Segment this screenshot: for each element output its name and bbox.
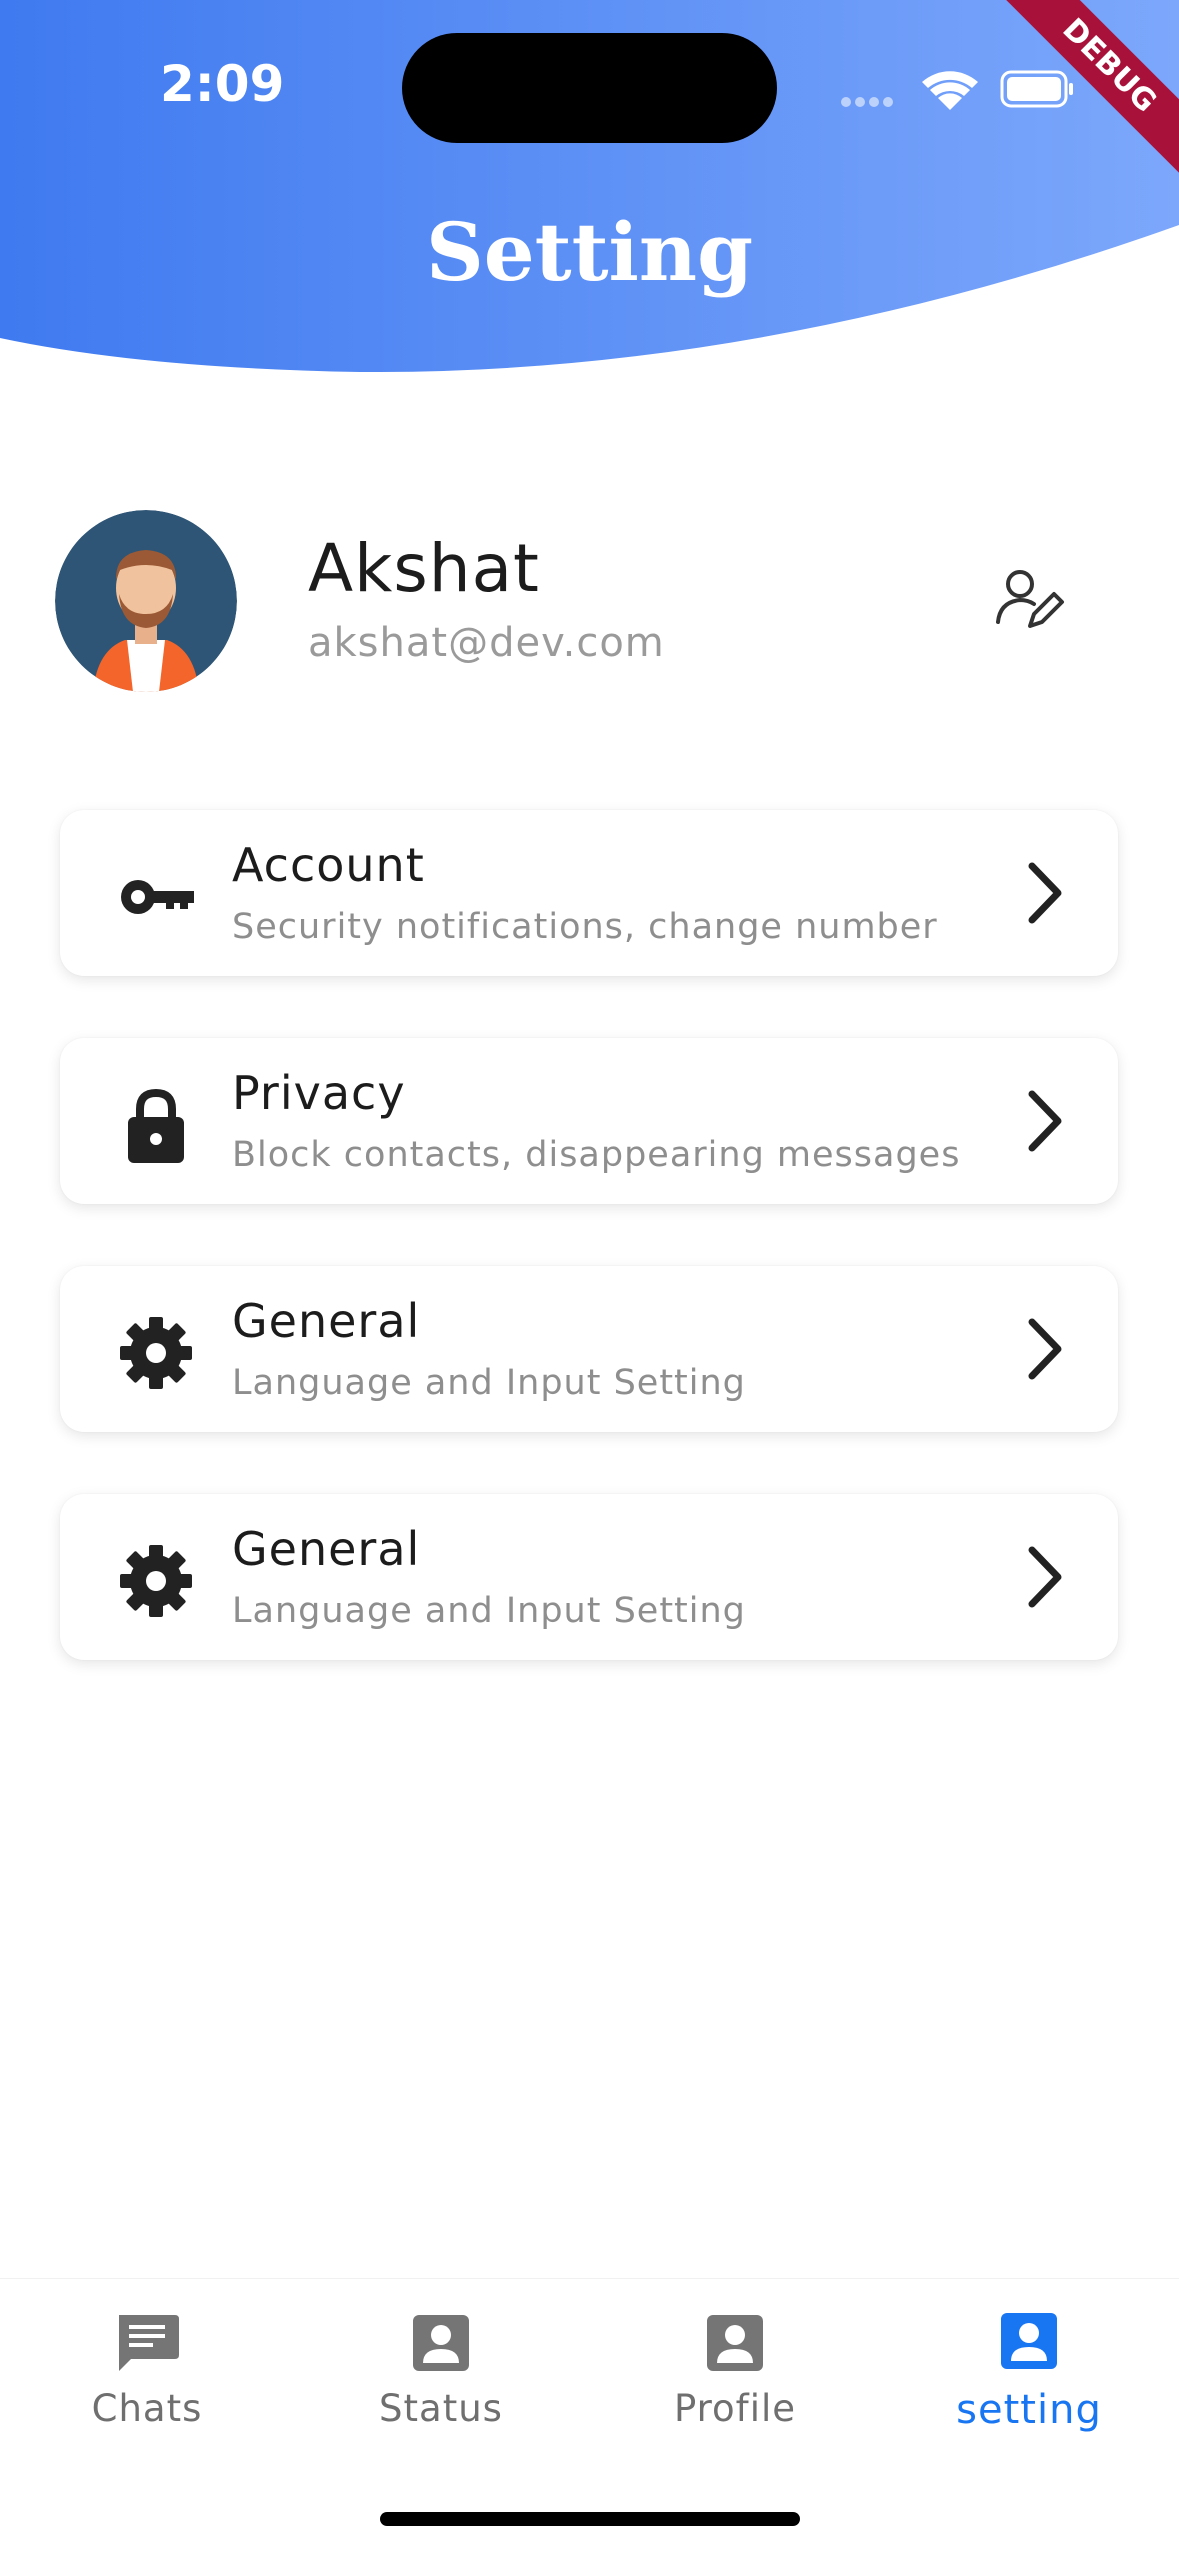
settings-item-general[interactable]: General Language and Input Setting	[60, 1494, 1118, 1660]
settings-item-subtitle: Language and Input Setting	[232, 1591, 746, 1631]
wifi-icon	[922, 71, 978, 110]
status-icons	[841, 70, 1073, 110]
nav-item-setting[interactable]: setting	[882, 2307, 1176, 2447]
chevron-right-icon	[1028, 1546, 1062, 1608]
nav-item-chats[interactable]: Chats	[0, 2307, 294, 2447]
profile-name: Akshat	[308, 530, 540, 607]
contact-icon	[413, 2315, 469, 2371]
settings-item-title: Privacy	[232, 1066, 406, 1120]
edit-profile-icon[interactable]	[990, 560, 1070, 640]
cellular-signal-icon	[841, 97, 893, 107]
battery-icon	[1000, 70, 1073, 108]
nav-label: Status	[379, 2387, 503, 2430]
settings-item-subtitle: Language and Input Setting	[232, 1363, 746, 1403]
dynamic-island	[402, 33, 777, 143]
nav-item-profile[interactable]: Profile	[588, 2307, 882, 2447]
avatar[interactable]	[55, 510, 237, 692]
settings-item-title: Account	[232, 838, 425, 892]
lock-icon	[128, 1088, 184, 1163]
status-time: 2:09	[160, 55, 285, 113]
chat-icon	[119, 2315, 179, 2371]
contact-icon	[1001, 2313, 1057, 2369]
settings-item-privacy[interactable]: Privacy Block contacts, disappearing mes…	[60, 1038, 1118, 1204]
page-title: Setting	[425, 205, 754, 299]
nav-label: Chats	[91, 2387, 203, 2430]
nav-label: Profile	[673, 2387, 797, 2430]
profile-email: akshat@dev.com	[308, 620, 665, 666]
settings-item-title: General	[232, 1294, 421, 1348]
settings-item-account[interactable]: Account Security notifications, change n…	[60, 810, 1118, 976]
gear-icon	[120, 1317, 192, 1389]
settings-item-general[interactable]: General Language and Input Setting	[60, 1266, 1118, 1432]
settings-item-title: General	[232, 1522, 421, 1576]
chevron-right-icon	[1028, 1090, 1062, 1152]
nav-label: setting	[956, 2387, 1102, 2433]
chevron-right-icon	[1028, 1318, 1062, 1380]
nav-item-status[interactable]: Status	[294, 2307, 588, 2447]
home-indicator	[380, 2512, 800, 2526]
chevron-right-icon	[1028, 862, 1062, 924]
key-icon	[121, 880, 194, 914]
contact-icon	[707, 2315, 763, 2371]
settings-item-subtitle: Security notifications, change number	[232, 907, 938, 947]
settings-item-subtitle: Block contacts, disappearing messages	[232, 1135, 961, 1175]
gear-icon	[120, 1545, 192, 1617]
